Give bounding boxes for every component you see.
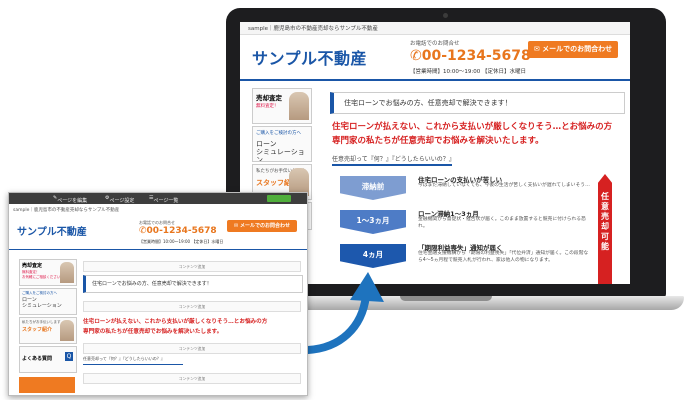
phone-number[interactable]: ✆00-1234-5678 <box>410 48 531 64</box>
curved-arrow-icon <box>304 272 384 354</box>
camera-icon <box>443 13 448 18</box>
question-icon: Q <box>65 352 73 361</box>
mail-contact-button[interactable]: ✉ メールでのお問合わせ <box>528 41 618 58</box>
sidebar-item-faq[interactable]: よくある質問 Q <box>19 346 77 373</box>
sidebar-item-sub: ご購入をご検討の方へ <box>22 291 57 295</box>
mail-icon: ✉ <box>234 223 239 229</box>
header-divider <box>9 249 307 250</box>
site-logo[interactable]: サンプル不動産 <box>17 223 87 238</box>
staff-photo <box>60 262 74 283</box>
sidebar-item-appraisal[interactable]: 売却査定 無料査定！ お気軽にご相談ください <box>19 259 77 286</box>
notice-box: 住宅ローンでお悩みの方、任意売却で解決できます！ <box>330 92 625 114</box>
laptop-notch <box>400 296 492 301</box>
sidebar-item-label: ローン シミュレーション <box>256 140 305 162</box>
phone-icon: ✆ <box>139 226 147 236</box>
add-content-button[interactable]: コンテンツ追加 <box>83 343 301 354</box>
step-badge: 滞納前 <box>340 176 406 200</box>
sidebar-banner[interactable] <box>19 377 75 393</box>
page-settings-button[interactable]: ⚙ ページ設定 <box>105 195 134 204</box>
mail-contact-button[interactable]: ✉ メールでのお問合わせ <box>227 220 297 232</box>
add-content-button[interactable]: コンテンツ追加 <box>83 301 301 312</box>
breadcrumb-bar: sample｜鹿児島市の不動産売却ならサンプル不動産 <box>240 22 630 35</box>
section-question: 任意売却って『何？』『どうしたらいいの？』 <box>83 356 165 361</box>
browser-window: ✎ ページを編集 ⚙ ページ設定 ☰ ページ一覧 sample｜鹿児島市の不動産… <box>8 192 308 396</box>
contact-label: お電話でのお問合せ <box>410 41 460 47</box>
breadcrumb: sample｜鹿児島市の不動産売却ならサンプル不動産 <box>248 26 378 32</box>
business-hours: 【営業時間】10:00～19:00 【定休日】水曜日 <box>139 239 224 244</box>
step-description: 今はまだ滞納していなくても、今後の生活が苦しく支払いが遅れてしまいそう… <box>418 183 590 188</box>
mail-icon: ✉ <box>533 45 540 53</box>
editor-toolbar: ✎ ページを編集 ⚙ ページ設定 ☰ ページ一覧 <box>9 193 307 204</box>
sidebar-item-loan-simulation[interactable]: ご購入をご検討の方へ ローン シミュレーション <box>252 126 312 162</box>
staff-photo <box>289 92 309 120</box>
phone-icon: ✆ <box>410 48 422 64</box>
staff-photo <box>60 320 74 341</box>
phone-number[interactable]: ✆00-1234-5678 <box>139 226 217 236</box>
add-content-button[interactable]: コンテンツ追加 <box>83 261 301 272</box>
notice-text: 住宅ローンでお悩みの方、任意売却で解決できます！ <box>92 281 212 287</box>
sidebar-item-sub: 無料査定！ <box>256 104 279 109</box>
sidebar-item-staff[interactable]: 私たちがお手伝いします スタッフ紹介 <box>19 317 77 344</box>
section-question: 任意売却って『何？』『どうしたらいいの？』 <box>332 156 455 163</box>
sidebar-item-label: よくある質問 <box>22 356 53 362</box>
sidebar-item-sub: 私たちがお手伝いします <box>22 320 61 324</box>
page-headline: 住宅ローンが払えない、これから支払いが厳しくなりそう…とお悩みの方 専門家の私たち… <box>83 319 268 335</box>
sidebar-item-label: 売却査定 <box>22 263 43 269</box>
site-logo[interactable]: サンプル不動産 <box>252 45 367 69</box>
sidebar-item-label: スタッフ紹介 <box>22 327 53 333</box>
vertical-label: 任意売却可能 <box>601 192 609 251</box>
header-divider <box>240 79 630 81</box>
notice-box: 住宅ローンでお悩みの方、任意売却で解決できます！ <box>83 275 303 293</box>
sidebar-item-label: 売却査定 <box>256 94 282 102</box>
breadcrumb: sample｜鹿児島市の不動産売却ならサンプル不動産 <box>13 208 120 213</box>
section-underline <box>332 164 452 166</box>
page-list-button[interactable]: ☰ ページ一覧 <box>149 195 178 204</box>
add-content-button[interactable]: コンテンツ追加 <box>83 373 301 384</box>
sidebar-item-sub: 無料査定！ お気軽にご相談ください <box>22 270 61 279</box>
sidebar-item-sub: ご購入をご検討の方へ <box>256 131 301 136</box>
step-description: 住宅金融支援機構から「期限の利益喪失」「代位弁済」通知が届く。この段階なら4～5… <box>418 251 589 263</box>
notice-text: 住宅ローンでお悩みの方、任意売却で解決できます！ <box>344 99 512 107</box>
section-underline <box>83 364 183 365</box>
edit-page-button[interactable]: ✎ ページを編集 <box>53 195 87 204</box>
step-description: 金融機関から督促状・催告状が届く。このまま放置すると競売に付けられる恐れ。 <box>418 217 586 229</box>
publish-button[interactable] <box>267 195 291 202</box>
sidebar-item-appraisal[interactable]: 売却査定 無料査定！ <box>252 88 312 124</box>
step-badge: 1～3ヵ月 <box>340 210 406 234</box>
sidebar-item-loan-simulation[interactable]: ご購入をご検討の方へ ローン シミュレーション <box>19 288 77 315</box>
page-headline: 住宅ローンが払えない、これから支払いが厳しくなりそう…とお悩みの方 専門家の私たち… <box>332 122 613 146</box>
sidebar-item-label: ローン シミュレーション <box>22 297 62 309</box>
business-hours: 【営業時間】10:00～19:00 【定休日】水曜日 <box>410 69 526 75</box>
